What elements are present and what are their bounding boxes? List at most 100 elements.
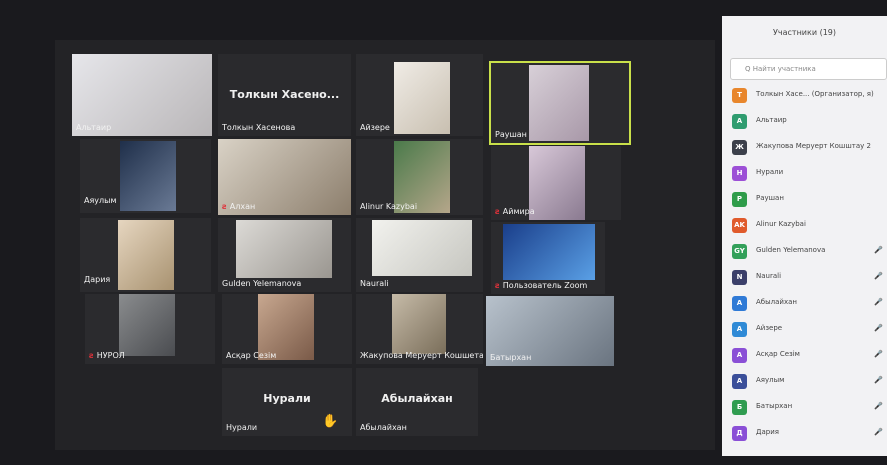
video-tile-aizere[interactable]: Айзере xyxy=(356,54,483,136)
participant-name: Дария xyxy=(756,428,779,436)
participant-name: Батырхан xyxy=(756,402,793,410)
tile-name: Альтаир xyxy=(76,123,112,132)
tile-big-name: Нурали xyxy=(263,392,311,406)
participant-row[interactable]: Ж Жакупова Меруерт Кошштау 2 xyxy=(732,138,887,158)
participant-search-placeholder: Q Найти участника xyxy=(745,65,816,73)
tile-name: ƨ НУРОЛ xyxy=(89,351,125,360)
participant-name: Айзере xyxy=(756,324,783,332)
video-tile-altair[interactable]: Альтаир xyxy=(72,54,212,136)
participant-avatar: AK xyxy=(732,218,747,233)
mic-icon[interactable]: 🎤 xyxy=(874,350,883,358)
participant-video xyxy=(119,294,175,356)
mic-icon[interactable]: 🎤 xyxy=(874,272,883,280)
participant-name: Асқар Сезім xyxy=(756,350,800,358)
mic-icon[interactable]: 🎤 xyxy=(874,324,883,332)
participant-name: Аяулым xyxy=(756,376,785,384)
tile-name-text: Аймира xyxy=(502,207,535,216)
participant-row[interactable]: T Толкын Хасе... (Организатор, я) xyxy=(732,86,887,106)
participant-avatar: А xyxy=(732,374,747,389)
participant-name: Жакупова Меруерт Кошштау 2 xyxy=(756,142,871,150)
participant-row[interactable]: AK Alinur Kazybai xyxy=(732,216,887,236)
participant-row[interactable]: Н Нурали xyxy=(732,164,887,184)
participants-title: Участники (19) xyxy=(773,28,836,37)
video-tile-naurali[interactable]: Naurali xyxy=(356,218,483,292)
tile-name-text: Пользователь Zoom xyxy=(502,281,588,290)
video-tile-aimira[interactable]: ƨ Аймира xyxy=(491,146,621,220)
participant-row[interactable]: Б Батырхан 🎤 xyxy=(732,398,887,418)
tile-name: Дария xyxy=(84,275,111,284)
participant-row[interactable]: N Naurali 🎤 xyxy=(732,268,887,288)
tile-name: Асқар Сезім xyxy=(226,351,277,360)
participant-video xyxy=(372,220,472,276)
participant-row[interactable]: GY Gulden Yelemanova 🎤 xyxy=(732,242,887,262)
participant-avatar: Б xyxy=(732,400,747,415)
participant-row[interactable]: А Айзере 🎤 xyxy=(732,320,887,340)
tile-name: Батырхан xyxy=(490,353,532,362)
video-tile-nurol[interactable]: ƨ НУРОЛ xyxy=(85,294,215,364)
mic-icon[interactable]: 🎤 xyxy=(874,376,883,384)
video-tile-abylaikhan[interactable]: Абылайхан Абылайхан xyxy=(356,368,478,436)
participant-avatar: GY xyxy=(732,244,747,259)
participant-name: Толкын Хасе... (Организатор, я) xyxy=(756,90,874,98)
participant-avatar: Р xyxy=(732,192,747,207)
participant-avatar: Н xyxy=(732,166,747,181)
participant-name: Gulden Yelemanova xyxy=(756,246,826,254)
video-tile-askar[interactable]: Асқар Сезім xyxy=(222,294,352,364)
participant-video xyxy=(503,224,595,280)
video-tile-zhakupova[interactable]: Жакупова Меруерт Кошшета... xyxy=(356,294,483,364)
participant-avatar: Д xyxy=(732,426,747,441)
video-tile-alkhan[interactable]: ƨ Алхан xyxy=(218,139,351,215)
raised-hand-icon: ✋ xyxy=(322,414,339,429)
participant-avatar: Ж xyxy=(732,140,747,155)
tile-name: Толкын Хасенова xyxy=(222,123,296,132)
participant-video xyxy=(394,62,450,134)
video-tile-ayaulym[interactable]: Аяулым xyxy=(80,139,211,213)
tile-name: Айзере xyxy=(360,123,390,132)
participant-name: Naurali xyxy=(756,272,782,280)
mic-icon[interactable]: 🎤 xyxy=(874,298,883,306)
participant-name: Раушан xyxy=(756,194,784,202)
participant-video xyxy=(118,220,174,290)
participant-row[interactable]: Р Раушан xyxy=(732,190,887,210)
participant-search-input[interactable]: Q Найти участника xyxy=(730,58,887,80)
video-tile-zoom-user[interactable]: ƨ Пользователь Zoom xyxy=(491,222,605,294)
participant-avatar: А xyxy=(732,322,747,337)
video-tile-dariya[interactable]: Дария xyxy=(80,218,211,292)
muted-icon: ƨ xyxy=(222,202,227,211)
mic-icon[interactable]: 🎤 xyxy=(874,402,883,410)
tile-name: Аяулым xyxy=(84,196,117,205)
participant-avatar: T xyxy=(732,88,747,103)
participant-name: Alinur Kazybai xyxy=(756,220,806,228)
tile-name-text: НУРОЛ xyxy=(96,351,125,360)
participant-avatar: А xyxy=(732,114,747,129)
participant-name: Нурали xyxy=(756,168,784,176)
participant-avatar: N xyxy=(732,270,747,285)
participant-row[interactable]: А Абылайхан 🎤 xyxy=(732,294,887,314)
video-tile-gulden[interactable]: Gulden Yelemanova xyxy=(218,218,351,292)
mic-icon[interactable]: 🎤 xyxy=(874,428,883,436)
tile-name: Жакупова Меруерт Кошшета... xyxy=(360,351,483,360)
participant-name: Абылайхан xyxy=(756,298,797,306)
tile-name: Gulden Yelemanova xyxy=(222,279,302,288)
participant-row[interactable]: Д Дария 🎤 xyxy=(732,424,887,444)
participant-row[interactable]: А Аяулым 🎤 xyxy=(732,372,887,392)
video-tile-batyrkhan[interactable]: Батырхан xyxy=(486,296,614,366)
tile-name: Alinur Kazybai xyxy=(360,202,418,211)
tile-big-name: Толкын Хасено... xyxy=(229,88,340,102)
participant-row[interactable]: А Асқар Сезім 🎤 xyxy=(732,346,887,366)
participant-video xyxy=(236,220,332,278)
video-tile-tolkyn[interactable]: Толкын Хасено... Толкын Хасенова xyxy=(218,54,351,136)
video-tile-alinur[interactable]: Alinur Kazybai xyxy=(356,139,483,215)
participant-row[interactable]: А Альтаир xyxy=(732,112,887,132)
participant-video xyxy=(392,294,446,354)
screen-frame: Альтаир Толкын Хасено... Толкын Хасенова… xyxy=(0,0,887,465)
tile-name: Naurali xyxy=(360,279,389,288)
tile-name: ƨ Алхан xyxy=(222,202,255,211)
participant-video xyxy=(529,65,589,141)
tile-big-name: Абылайхан xyxy=(381,392,453,406)
muted-icon: ƨ xyxy=(495,281,500,290)
tile-name: Абылайхан xyxy=(360,423,407,432)
mic-icon[interactable]: 🎤 xyxy=(874,246,883,254)
tile-name: ƨ Пользователь Zoom xyxy=(495,281,587,290)
video-tile-raushan-active-speaker[interactable]: Раушан xyxy=(489,61,631,145)
